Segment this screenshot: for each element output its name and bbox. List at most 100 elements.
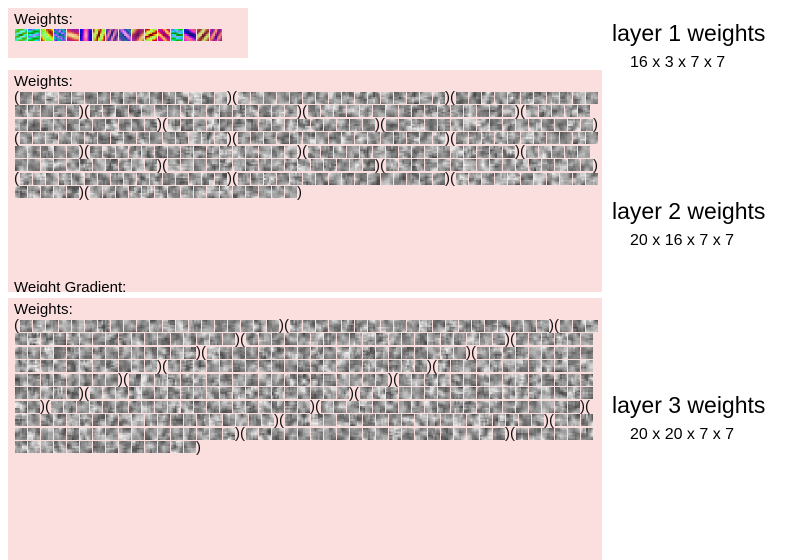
filter-tile <box>450 118 463 131</box>
filter-tile <box>128 186 141 198</box>
filter-tile <box>385 400 398 413</box>
group-open-paren: ( <box>84 183 89 201</box>
filter-tile <box>263 132 276 144</box>
filter-tile <box>362 346 375 359</box>
filter-tile <box>567 159 580 171</box>
filter-tile <box>375 346 388 359</box>
filter-tile <box>14 360 27 372</box>
filter-tile <box>271 186 284 198</box>
filter-tile <box>183 441 196 453</box>
filter-tile <box>450 400 463 413</box>
filter-tile <box>136 132 149 144</box>
filter-tile <box>494 132 507 144</box>
filter-tile <box>232 346 245 359</box>
filter-tile <box>484 319 497 332</box>
filter-tile <box>175 319 188 332</box>
filter-tile <box>362 159 375 171</box>
filter-tile <box>336 333 349 345</box>
filter-tile <box>580 118 593 131</box>
filter-tile <box>333 145 346 158</box>
filter-tile <box>222 333 235 345</box>
filter-tile <box>424 387 437 399</box>
filter-tile <box>219 105 232 117</box>
filter-tile <box>479 427 492 440</box>
filter-tile <box>328 132 341 144</box>
filter-tile <box>398 159 411 171</box>
filter-tile <box>354 172 367 185</box>
filter-tile <box>170 427 183 440</box>
filter-tile <box>40 29 53 41</box>
filter-tile <box>66 145 79 158</box>
filter-tile <box>432 172 445 185</box>
filter-tile <box>144 427 157 440</box>
filter-tile <box>559 132 572 144</box>
filter-tile <box>219 360 232 372</box>
filter-tile <box>183 346 196 359</box>
filter-tile <box>110 319 123 332</box>
filter-tile <box>258 333 271 345</box>
filter-tile <box>53 387 66 399</box>
filter-tile <box>245 400 258 413</box>
filter-tile <box>105 414 118 426</box>
filter-tile <box>66 118 79 131</box>
filter-tile <box>284 400 297 413</box>
filter-tile <box>466 427 479 440</box>
filter-tile <box>258 118 271 131</box>
filter-tile <box>372 145 385 158</box>
filter-tile <box>580 159 593 171</box>
filter-tile <box>209 427 222 440</box>
filter-tile <box>102 186 115 198</box>
filter-tile <box>437 118 450 131</box>
filter-tile <box>349 414 362 426</box>
filter-tile <box>206 186 219 198</box>
filter-tile <box>19 132 32 144</box>
filter-tile <box>567 118 580 131</box>
filter-tile <box>468 132 481 144</box>
filter-tile <box>489 400 502 413</box>
filter-tile <box>79 346 92 359</box>
filter-tile <box>476 387 489 399</box>
filter-tile <box>520 91 533 104</box>
filter-tile <box>141 373 154 386</box>
filter-tile <box>328 91 341 104</box>
annotation-layer3: layer 3 weights 20 x 20 x 7 x 7 <box>612 392 765 445</box>
filter-tile <box>123 172 136 185</box>
filter-tile <box>393 91 406 104</box>
filter-tile <box>118 333 131 345</box>
filter-tile <box>14 414 27 426</box>
weights-panel-title: Weights: <box>14 11 73 28</box>
filter-tile <box>385 118 398 131</box>
filter-tile <box>237 91 250 104</box>
filter-tile <box>136 91 149 104</box>
filter-tile <box>79 441 92 453</box>
group-open-paren: ( <box>302 143 307 160</box>
filter-tile <box>336 159 349 171</box>
filter-tile <box>245 145 258 158</box>
filter-tile <box>157 346 170 359</box>
filter-tile <box>110 172 123 185</box>
filter-tile <box>58 172 71 185</box>
filter-tile <box>528 387 541 399</box>
filter-tile <box>188 319 201 332</box>
filter-tile <box>528 373 541 386</box>
filter-tile <box>27 360 40 372</box>
filter-tile <box>183 414 196 426</box>
filter-tile <box>89 145 102 158</box>
filter-tile <box>219 346 232 359</box>
filter-tile <box>362 427 375 440</box>
filter-tile <box>385 387 398 399</box>
filter-tile <box>536 319 549 332</box>
filter-tile <box>79 159 92 171</box>
filter-tile <box>541 400 554 413</box>
filter-tile <box>541 118 554 131</box>
filter-tile <box>284 346 297 359</box>
filter-tile <box>572 91 585 104</box>
group-open-paren: ( <box>450 170 455 187</box>
filter-tile <box>398 373 411 386</box>
filter-tile <box>398 145 411 158</box>
filter-tile <box>180 105 193 117</box>
filter-tile <box>105 360 118 372</box>
filter-tile <box>502 346 515 359</box>
filter-tile <box>27 159 40 171</box>
filter-tile <box>66 360 79 372</box>
